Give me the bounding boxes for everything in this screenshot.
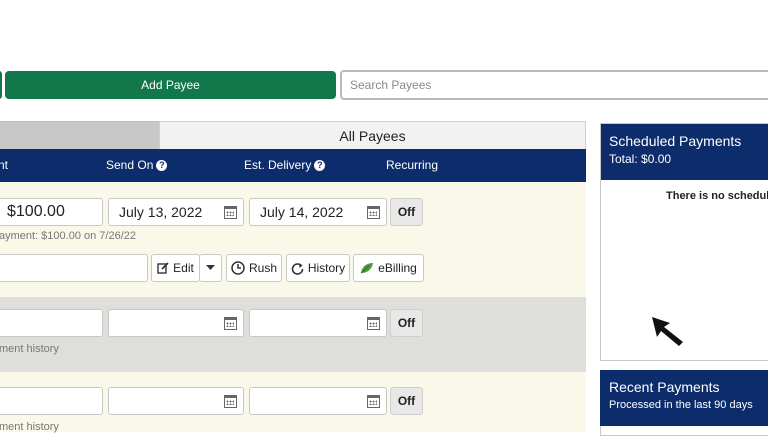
recent-payments-panel [600,426,768,436]
calendar-icon[interactable] [224,317,237,330]
help-icon[interactable]: ? [156,160,168,171]
column-recurring: Recurring [386,158,439,172]
search-payees-input[interactable] [340,70,768,100]
scheduled-payments-title: Scheduled Payments [609,133,742,149]
amount-field[interactable] [0,387,103,415]
leaf-icon [360,263,374,274]
memo-field[interactable] [0,254,148,282]
ebilling-button[interactable]: eBilling [353,254,424,282]
send-on-label: Send On [106,158,154,172]
calendar-icon[interactable] [367,395,380,408]
amount-value: $100.00 [7,203,65,220]
amount-field[interactable] [0,309,103,337]
est-delivery-label: Est. Delivery [244,158,312,172]
edit-button[interactable]: Edit [151,254,200,282]
mouse-cursor-icon [652,317,683,346]
delivery-date-field[interactable] [249,387,387,415]
recent-payments-subtitle: Processed in the last 90 days [609,399,753,411]
recent-payments-header: Recent Payments Processed in the last 90… [600,370,768,426]
send-on-date-field[interactable] [108,309,244,337]
last-payment-note: ayment: $100.00 on 7/26/22 [0,230,136,242]
edit-icon [157,262,169,274]
tab-inactive[interactable] [0,121,159,149]
payment-history-note: ment history [0,343,59,355]
send-on-date-field[interactable] [108,387,244,415]
recent-payments-title: Recent Payments [609,379,720,395]
tab-all-payees[interactable]: All Payees [159,121,586,149]
recurring-toggle[interactable]: Off [390,387,423,415]
refresh-icon [291,262,304,275]
chevron-down-icon [206,265,215,270]
calendar-icon[interactable] [224,206,237,219]
send-on-value: July 13, 2022 [119,204,203,220]
column-send-on: Send On? [106,158,168,172]
column-est-delivery: Est. Delivery? [244,158,326,172]
ebilling-label: eBilling [378,261,417,275]
scheduled-total: Total: $0.00 [609,152,672,166]
payee-row: Off ment history [0,297,586,372]
scheduled-empty-message: There is no scheduled [666,190,768,202]
payee-table-header: nt Send On? Est. Delivery? Recurring [0,149,586,182]
help-icon[interactable]: ? [314,160,326,171]
send-on-date-field[interactable]: July 13, 2022 [108,198,244,226]
calendar-icon[interactable] [367,317,380,330]
payment-history-note: ment history [0,421,59,433]
rush-label: Rush [248,261,277,275]
add-payee-button[interactable]: Add Payee [5,71,336,99]
delivery-date-field[interactable] [249,309,387,337]
rush-button[interactable]: Rush [226,254,282,282]
calendar-icon[interactable] [224,395,237,408]
column-amount: nt [0,158,9,172]
edit-dropdown-button[interactable] [199,254,222,282]
delivery-date-field[interactable]: July 14, 2022 [249,198,387,226]
history-button[interactable]: History [286,254,350,282]
scheduled-payments-header: Scheduled Payments Total: $0.00 [601,124,768,180]
recurring-toggle[interactable]: Off [390,198,423,226]
history-label: History [307,261,346,275]
edit-label: Edit [173,261,194,275]
delivery-value: July 14, 2022 [260,204,344,220]
prev-green-button[interactable] [0,71,2,99]
payee-row: Off ment history [0,372,586,433]
amount-field[interactable]: $100.00 [0,198,103,226]
recurring-toggle[interactable]: Off [390,309,423,337]
clock-icon [231,261,245,275]
calendar-icon[interactable] [367,206,380,219]
